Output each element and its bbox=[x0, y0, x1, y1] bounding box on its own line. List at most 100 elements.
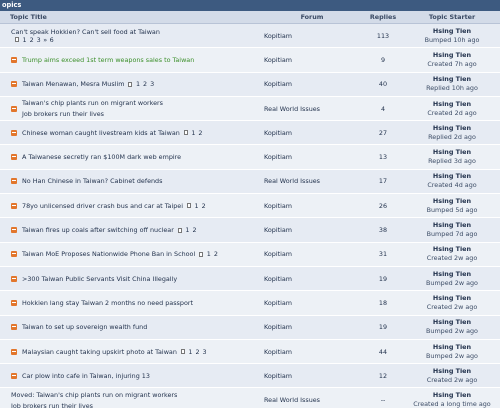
topic-title-link[interactable]: Taiwan MoE Proposes Nationwide Phone Ban… bbox=[22, 250, 195, 258]
table-row[interactable]: Taiwan MoE Proposes Nationwide Phone Ban… bbox=[0, 242, 500, 267]
table-row[interactable]: Hokkien lang stay Taiwan 2 months no nee… bbox=[0, 291, 500, 316]
page-link[interactable]: 2 bbox=[214, 250, 218, 258]
starter-name[interactable]: Hsing Tien bbox=[433, 100, 471, 109]
table-row[interactable]: 78yo unlicensed driver crash bus and car… bbox=[0, 194, 500, 219]
starter-name[interactable]: Hsing Tien bbox=[433, 367, 471, 376]
topic-list: Can't speak Hokkien? Can't sell food at … bbox=[0, 24, 500, 408]
topic-icon bbox=[11, 202, 17, 209]
starter-name[interactable]: Hsing Tien bbox=[433, 51, 471, 60]
pages-icon bbox=[180, 349, 185, 354]
page-link[interactable]: 2 bbox=[143, 80, 147, 88]
page-link[interactable]: 1 bbox=[207, 250, 211, 258]
topic-starter: Hsing Tien Replied 3d ago bbox=[404, 148, 500, 166]
starter-name[interactable]: Hsing Tien bbox=[433, 270, 471, 279]
table-row[interactable]: Malaysian caught taking upskirt photo at… bbox=[0, 339, 500, 365]
topic-icon bbox=[11, 299, 17, 306]
table-row[interactable]: >300 Taiwan Public Servants Visit China … bbox=[0, 266, 500, 292]
topic-title-link[interactable]: Taiwan fires up coals after switching of… bbox=[22, 226, 174, 234]
forum-link[interactable]: Kopitiam bbox=[262, 129, 362, 137]
starter-name[interactable]: Hsing Tien bbox=[433, 294, 471, 303]
forum-link[interactable]: Kopitiam bbox=[262, 348, 362, 356]
table-row[interactable]: Taiwan's chip plants run on migrant work… bbox=[0, 96, 500, 122]
table-row[interactable]: Chinese woman caught livestream kids at … bbox=[0, 121, 500, 146]
starter-name[interactable]: Hsing Tien bbox=[433, 318, 471, 327]
table-row[interactable]: Trump aims exceed 1st term weapons sales… bbox=[0, 48, 500, 73]
topic-title-link[interactable]: Taiwan's chip plants run on migrant work… bbox=[22, 99, 163, 107]
table-row[interactable]: Moved: Taiwan's chip plants run on migra… bbox=[0, 388, 500, 408]
column-header-replies[interactable]: Replies bbox=[362, 13, 404, 21]
pages-icon bbox=[199, 251, 204, 257]
starter-name[interactable]: Hsing Tien bbox=[433, 391, 471, 400]
starter-name[interactable]: Hsing Tien bbox=[433, 245, 471, 254]
forum-link[interactable]: Kopitiam bbox=[262, 372, 362, 380]
forum-link[interactable]: Kopitiam bbox=[262, 226, 362, 234]
page-link[interactable]: 1 bbox=[191, 129, 195, 137]
reply-count: 27 bbox=[378, 128, 388, 137]
table-row[interactable]: Car plow into cafe in Taiwan, injuring 1… bbox=[0, 364, 500, 389]
page-link[interactable]: 2 bbox=[198, 129, 202, 137]
table-row[interactable]: Taiwan to set up sovereign wealth fund Ko… bbox=[0, 315, 500, 340]
forum-link[interactable]: Kopitiam bbox=[262, 80, 362, 88]
topic-title-link[interactable]: >300 Taiwan Public Servants Visit China … bbox=[22, 275, 177, 283]
topic-title-link[interactable]: 78yo unlicensed driver crash bus and car… bbox=[22, 202, 183, 210]
starter-name[interactable]: Hsing Tien bbox=[433, 172, 471, 181]
table-row[interactable]: Taiwan fires up coals after switching of… bbox=[0, 218, 500, 243]
page-link[interactable]: 1 bbox=[195, 202, 199, 210]
starter-name[interactable]: Hsing Tien bbox=[433, 148, 471, 157]
reply-count: 19 bbox=[378, 323, 388, 332]
page-link[interactable]: 2 bbox=[202, 202, 206, 210]
column-header-starter[interactable]: Topic Starter bbox=[404, 13, 500, 21]
topic-title-link[interactable]: Car plow into cafe in Taiwan, injuring 1… bbox=[22, 372, 150, 380]
table-row[interactable]: Taiwan Menawan, Mesra Muslim 1 2 3 Kopitiam 4… bbox=[0, 72, 500, 97]
topic-title-link[interactable]: Hokkien lang stay Taiwan 2 months no nee… bbox=[22, 299, 193, 307]
topic-starter: Hsing Tien Created a long time ago bbox=[404, 391, 500, 408]
forum-link[interactable]: Kopitiam bbox=[262, 275, 362, 283]
column-header-forum[interactable]: Forum bbox=[262, 13, 362, 21]
page-link[interactable]: 1 bbox=[185, 226, 189, 234]
starter-name[interactable]: Hsing Tien bbox=[433, 75, 471, 84]
forum-link[interactable]: Kopitiam bbox=[262, 153, 362, 161]
topic-title-link[interactable]: Taiwan Menawan, Mesra Muslim bbox=[22, 80, 124, 88]
page-ellipsis: » bbox=[43, 35, 48, 44]
forum-link[interactable]: Kopitiam bbox=[262, 56, 362, 64]
forum-link[interactable]: Kopitiam bbox=[262, 323, 362, 331]
page-link[interactable]: 2 bbox=[30, 36, 34, 44]
topic-icon bbox=[11, 324, 17, 331]
page-link[interactable]: 1 bbox=[23, 36, 27, 44]
forum-link[interactable]: Real World Issues bbox=[262, 105, 362, 113]
table-row[interactable]: A Taiwanese secretly ran $100M dark web … bbox=[0, 145, 500, 170]
starter-name[interactable]: Hsing Tien bbox=[433, 197, 471, 206]
page-link[interactable]: 3 bbox=[37, 36, 41, 44]
column-header-topic[interactable]: Topic Title bbox=[0, 13, 262, 21]
topic-cell: Malaysian caught taking upskirt photo at… bbox=[0, 348, 262, 356]
table-row[interactable]: No Han Chinese in Taiwan? Cabinet defend… bbox=[0, 169, 500, 195]
starter-name[interactable]: Hsing Tien bbox=[433, 124, 471, 133]
topic-title-link[interactable]: Malaysian caught taking upskirt photo at… bbox=[22, 348, 177, 356]
page-link[interactable]: 3 bbox=[150, 80, 154, 88]
page-link[interactable]: 2 bbox=[195, 348, 199, 356]
starter-name[interactable]: Hsing Tien bbox=[433, 27, 471, 36]
forum-link[interactable]: Real World Issues bbox=[262, 396, 362, 404]
page-link[interactable]: 6 bbox=[50, 36, 54, 44]
topic-icon bbox=[11, 251, 17, 258]
page-link[interactable]: 2 bbox=[192, 226, 196, 234]
forum-link[interactable]: Kopitiam bbox=[262, 250, 362, 258]
topic-title-link[interactable]: Moved: Taiwan's chip plants run on migra… bbox=[11, 391, 177, 399]
forum-link[interactable]: Kopitiam bbox=[262, 32, 362, 40]
topic-starter: Hsing Tien Created 2d ago bbox=[404, 100, 500, 118]
forum-link[interactable]: Kopitiam bbox=[262, 299, 362, 307]
starter-name[interactable]: Hsing Tien bbox=[433, 343, 471, 352]
topic-title-link[interactable]: Chinese woman caught livestream kids at … bbox=[22, 129, 180, 137]
topic-title-link[interactable]: Taiwan to set up sovereign wealth fund bbox=[22, 323, 147, 331]
topic-title-link[interactable]: No Han Chinese in Taiwan? Cabinet defend… bbox=[22, 177, 162, 185]
starter-name[interactable]: Hsing Tien bbox=[433, 221, 471, 230]
page-link[interactable]: 1 bbox=[188, 348, 192, 356]
topic-title-link[interactable]: A Taiwanese secretly ran $100M dark web … bbox=[22, 153, 181, 161]
topic-title-link[interactable]: Can't speak Hokkien? Can't sell food at … bbox=[11, 28, 160, 36]
forum-link[interactable]: Real World Issues bbox=[262, 177, 362, 185]
forum-link[interactable]: Kopitiam bbox=[262, 202, 362, 210]
topic-title-link[interactable]: Trump aims exceed 1st term weapons sales… bbox=[22, 56, 194, 64]
table-row[interactable]: Can't speak Hokkien? Can't sell food at … bbox=[0, 24, 500, 49]
page-link[interactable]: 3 bbox=[203, 348, 207, 356]
page-link[interactable]: 1 bbox=[136, 80, 140, 88]
